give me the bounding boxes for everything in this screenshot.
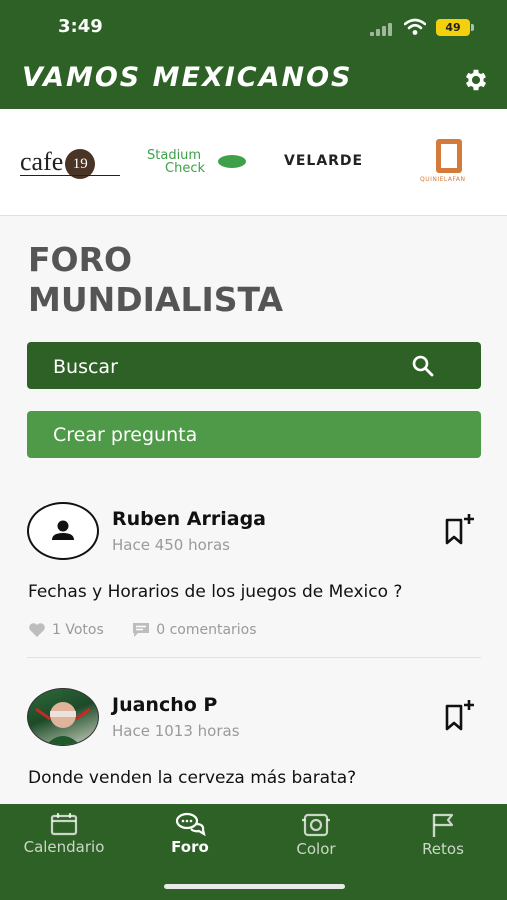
sponsor-stadium-check-logo[interactable]: Stadium Check [147,149,205,175]
post-author: Ruben Arriaga [112,508,266,530]
sponsor-cafe-underline [20,175,120,176]
quiniela-q-icon[interactable] [436,139,462,173]
stadium-ball-icon [218,155,246,168]
wifi-icon [404,18,426,35]
post-time: Hace 450 horas [112,536,230,554]
post-question[interactable]: Fechas y Horarios de los juegos de Mexic… [28,582,402,602]
tab-calendario[interactable]: Calendario [4,812,124,856]
comment-icon [133,623,150,637]
create-question-label: Crear pregunta [53,424,198,446]
sponsor-strip: cafe 19 Stadium Check VELARDE QUINIELAFAN [0,109,507,216]
battery-indicator: 49 [436,19,470,36]
post-stats: 1 Votos 0 comentarios [28,622,281,642]
home-indicator[interactable] [164,884,345,889]
app-title: VAMOS MEXICANOS [22,62,353,93]
user-placeholder-icon [52,520,74,540]
bookmark-add-icon[interactable] [442,698,476,732]
votes-count: 1 Votos [52,622,104,638]
sponsor-cafe-text: cafe [20,147,64,176]
tab-label: Color [296,840,336,858]
search-bar[interactable]: Buscar [27,342,481,389]
search-icon[interactable] [411,354,435,378]
signal-icon [370,22,396,36]
post-question[interactable]: Donde venden la cerveza más barata? [28,768,356,788]
avatar-photo [35,702,91,745]
tab-label: Retos [422,840,464,858]
battery-tip [471,24,474,31]
tab-label: Foro [171,838,209,856]
avatar[interactable] [27,688,99,746]
calendar-icon [50,813,78,836]
post-divider [27,657,481,658]
status-time: 3:49 [58,16,103,37]
heart-icon [29,623,45,637]
app-header: 3:49 49 VAMOS MEXICANOS [0,0,507,109]
tab-retos[interactable]: Retos [383,812,503,858]
sponsor-velarde-logo[interactable]: VELARDE [284,153,363,169]
sponsor-quinielafan-logo[interactable]: QUINIELAFAN [420,176,466,183]
page-title-line1: FORO [28,240,133,279]
flag-icon [432,813,454,837]
bookmark-add-icon[interactable] [442,512,476,546]
tab-foro[interactable]: Foro [130,812,250,856]
page-title: FORO MUNDIALISTA [28,240,283,320]
tab-label: Calendario [23,838,105,856]
comments-count: 0 comentarios [156,622,257,638]
comments-stat[interactable]: 0 comentarios [132,622,257,638]
gear-icon[interactable] [462,66,490,94]
avatar[interactable] [27,502,99,560]
sponsor-check-text: Check [165,161,205,176]
post-author: Juancho P [112,694,218,716]
page-title-line2: MUNDIALISTA [28,280,284,319]
chat-icon [175,812,206,836]
post-time: Hace 1013 horas [112,722,240,740]
tab-color[interactable]: Color [256,812,376,858]
stadium-icon [302,813,330,837]
search-label: Buscar [53,356,118,378]
votes-stat[interactable]: 1 Votos [28,622,104,638]
create-question-button[interactable]: Crear pregunta [27,411,481,458]
